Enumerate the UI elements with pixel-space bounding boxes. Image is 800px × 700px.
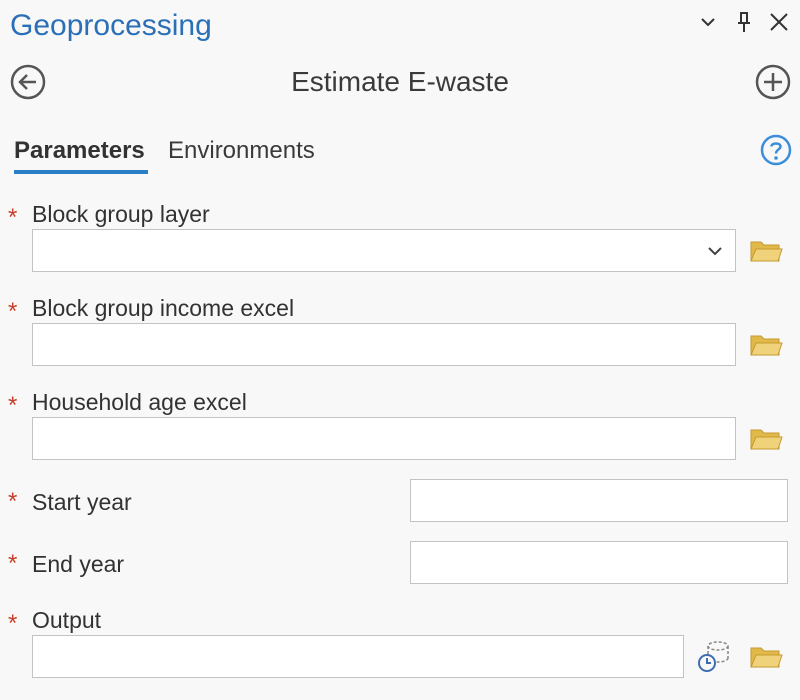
block-group-layer-label: Block group layer <box>32 201 210 227</box>
block-group-income-excel-input[interactable] <box>32 323 736 366</box>
required-marker: * <box>8 610 18 637</box>
pane-menu-button[interactable] <box>696 10 720 34</box>
household-age-excel-input[interactable] <box>32 417 736 460</box>
folder-icon <box>750 647 783 668</box>
required-marker: * <box>8 550 18 577</box>
tab-parameters[interactable]: Parameters <box>14 134 145 168</box>
household-age-excel-label: Household age excel <box>32 389 247 415</box>
start-year-label: Start year <box>32 489 132 515</box>
output-dataset-button[interactable] <box>696 638 732 674</box>
chevron-down-icon <box>701 18 715 27</box>
browse-income-excel-button[interactable] <box>749 330 783 358</box>
add-button[interactable] <box>755 64 791 100</box>
required-marker: * <box>8 204 18 231</box>
dataset-icon <box>698 641 729 672</box>
tab-environments[interactable]: Environments <box>168 134 315 168</box>
block-group-income-excel-label: Block group income excel <box>32 295 295 321</box>
pane-title: Geoprocessing <box>10 9 212 42</box>
pin-icon <box>738 12 750 32</box>
output-input[interactable] <box>32 635 684 678</box>
active-tab-indicator <box>14 170 148 174</box>
help-button[interactable] <box>760 134 792 166</box>
end-year-input[interactable] <box>410 541 788 584</box>
start-year-input[interactable] <box>410 479 788 522</box>
end-year-label: End year <box>32 551 125 577</box>
required-marker: * <box>8 298 18 325</box>
required-marker: * <box>8 488 18 515</box>
pin-button[interactable] <box>732 10 756 34</box>
close-icon <box>770 13 788 31</box>
folder-icon <box>750 241 783 262</box>
browse-household-age-excel-button[interactable] <box>749 424 783 452</box>
output-label: Output <box>32 607 102 633</box>
tool-title: Estimate E-waste <box>291 66 509 97</box>
close-button[interactable] <box>767 10 791 34</box>
browse-block-group-layer-button[interactable] <box>749 236 783 264</box>
question-circle-icon <box>760 134 792 166</box>
browse-output-button[interactable] <box>749 642 783 670</box>
required-marker: * <box>8 392 18 419</box>
folder-icon <box>750 429 783 450</box>
plus-circle-icon <box>755 64 791 100</box>
block-group-layer-dropdown[interactable] <box>32 229 736 272</box>
chevron-down-icon[interactable] <box>705 241 725 261</box>
folder-icon <box>750 335 783 356</box>
